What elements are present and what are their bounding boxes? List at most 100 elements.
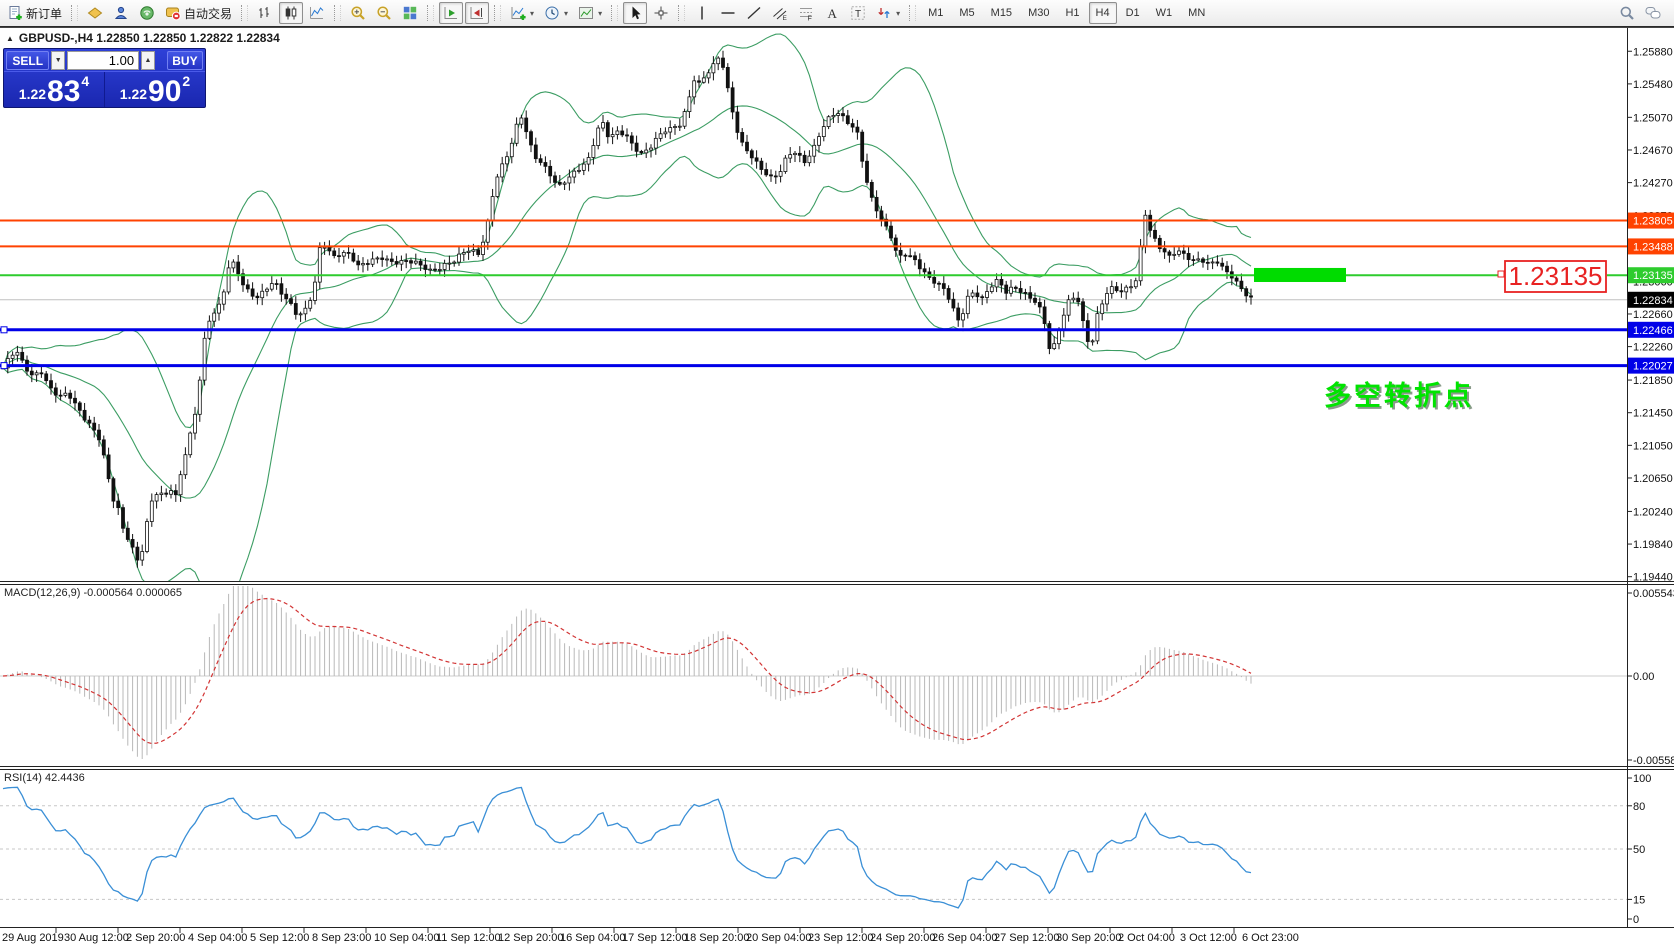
crosshair-button[interactable]	[649, 2, 673, 24]
sell-button[interactable]: SELL	[6, 51, 50, 70]
candle-body	[932, 277, 937, 284]
time-axis-label: 8 Sep 23:00	[312, 932, 371, 944]
toolbar-group: ▾ ▾ ▾	[505, 0, 607, 26]
tf-w1-button-label: W1	[1155, 7, 1173, 19]
zoom-in-icon	[351, 6, 365, 20]
candle-body	[279, 283, 284, 295]
vline-icon	[701, 6, 703, 20]
candle-body	[370, 258, 375, 265]
zoom-out-button[interactable]	[372, 2, 396, 24]
candle-body	[1215, 261, 1220, 264]
horizontal-line-button[interactable]	[716, 2, 740, 24]
candle-body	[1133, 280, 1138, 288]
candlestick-chart-button[interactable]	[279, 2, 304, 24]
candle-body	[793, 152, 797, 156]
candle-body	[485, 220, 490, 243]
candle-body	[298, 313, 303, 316]
candle-body	[553, 175, 557, 183]
candle-body	[380, 257, 385, 260]
volume-input[interactable]	[67, 51, 140, 70]
text-label-button[interactable]: T	[846, 2, 870, 24]
tile-windows-button[interactable]	[398, 2, 422, 24]
tf-mn-button[interactable]: MN	[1181, 2, 1212, 24]
time-axis-label: 18 Sep 20:00	[684, 932, 749, 944]
channel-button[interactable]: E	[768, 2, 792, 24]
candle-body	[447, 262, 452, 265]
arrows-button[interactable]: ▾	[872, 2, 904, 24]
price-tick-label: 1.25880	[1633, 46, 1673, 58]
price-callout-text: 1.23135	[1509, 261, 1603, 291]
tf-h1-button[interactable]: H1	[1058, 2, 1086, 24]
candle-body	[399, 260, 404, 265]
buy-button[interactable]: BUY	[166, 51, 204, 70]
dropdown-caret-icon[interactable]: ▾	[598, 9, 602, 18]
tf-m30-button[interactable]: M30	[1021, 2, 1056, 24]
toolbar-separator	[494, 5, 502, 21]
line-chart-button[interactable]	[305, 2, 329, 24]
autotrading-button[interactable]: 自动交易	[161, 2, 236, 24]
candle-body	[1148, 214, 1153, 231]
candle-body	[836, 113, 841, 116]
candle-body	[193, 413, 197, 434]
tf-h4-button[interactable]: H4	[1088, 2, 1117, 24]
new-order-button[interactable]: 新订单	[3, 2, 66, 24]
text-button[interactable]: A	[820, 2, 844, 24]
time-axis-label: 4 Sep 04:00	[188, 932, 247, 944]
buy-price[interactable]: 1.22 90 2	[105, 72, 205, 107]
candle-body	[965, 295, 970, 315]
autoscroll-icon	[444, 7, 458, 19]
tf-m1-button[interactable]: M1	[921, 2, 950, 24]
tf-w1-button[interactable]: W1	[1149, 2, 1180, 24]
trendline-button[interactable]	[742, 2, 766, 24]
callout-handle[interactable]	[1497, 270, 1505, 278]
candle-body	[1201, 258, 1205, 263]
candle-body	[44, 373, 49, 382]
candle-body	[188, 432, 193, 456]
dropdown-caret-icon[interactable]: ▾	[896, 9, 900, 18]
support-line-1-handle[interactable]	[0, 326, 8, 334]
price-tick-label: 1.21850	[1633, 375, 1673, 387]
dropdown-caret-icon[interactable]: ▾	[530, 9, 534, 18]
sell-price[interactable]: 1.22 83 4	[4, 72, 105, 107]
signals-button[interactable]	[135, 2, 159, 24]
volume-decrease-button[interactable]: ▼	[51, 51, 66, 70]
chart-area[interactable]: 1.23135多空转折点多空转折点1.258801.254801.250701.…	[0, 0, 1674, 950]
candle-body	[701, 77, 706, 83]
candle-body	[385, 258, 389, 261]
collapse-triangle-icon[interactable]: ▲	[6, 34, 14, 43]
bar-chart-button[interactable]	[253, 2, 277, 24]
candle-body	[1234, 277, 1239, 282]
buy-price-figure: 1.22	[119, 86, 148, 102]
toolbar-separator	[71, 5, 79, 21]
candle-body	[495, 176, 500, 197]
indicators-button[interactable]: ▾	[506, 2, 538, 24]
chart-shift-button[interactable]	[465, 2, 490, 24]
profile-button[interactable]	[83, 2, 107, 24]
cursor-button[interactable]	[623, 2, 648, 24]
signals-icon	[140, 6, 154, 20]
vertical-line-button[interactable]	[690, 2, 714, 24]
candle-body	[10, 354, 15, 359]
zoom-in-button[interactable]	[346, 2, 370, 24]
tf-m5-button[interactable]: M5	[952, 2, 981, 24]
candle-body	[1177, 250, 1181, 255]
volume-increase-button[interactable]: ▲	[141, 51, 155, 70]
candle-body	[1109, 286, 1114, 294]
highlight-rectangle[interactable]	[1254, 267, 1346, 282]
auto-scroll-button[interactable]	[439, 2, 464, 24]
annotation-text[interactable]: 多空转折点	[1324, 380, 1474, 411]
support-line-2-handle[interactable]	[0, 362, 8, 370]
candle-body	[807, 155, 812, 164]
community-button[interactable]	[109, 2, 133, 24]
resistance-line-2-axis-label-text: 1.23488	[1633, 241, 1673, 253]
dropdown-caret-icon[interactable]: ▾	[564, 9, 568, 18]
tf-h4-button-label: H4	[1095, 7, 1110, 19]
templates-button[interactable]: ▾	[574, 2, 606, 24]
chat-button[interactable]	[1641, 2, 1665, 24]
fibonacci-button[interactable]: F	[794, 2, 818, 24]
tf-d1-button[interactable]: D1	[1119, 2, 1147, 24]
candle-body	[874, 196, 879, 212]
tf-m15-button[interactable]: M15	[984, 2, 1019, 24]
search-button[interactable]	[1615, 2, 1639, 24]
periods-button[interactable]: ▾	[540, 2, 572, 24]
